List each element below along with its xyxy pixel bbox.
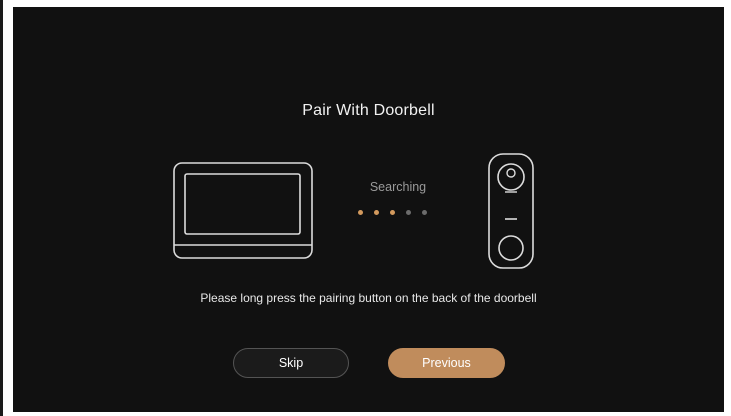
progress-dot-inactive bbox=[422, 209, 427, 215]
progress-dot-active bbox=[390, 209, 395, 215]
searching-status: Searching bbox=[369, 180, 427, 194]
skip-button[interactable]: Skip bbox=[233, 348, 349, 378]
page-title: Pair With Doorbell bbox=[302, 102, 435, 119]
indoor-monitor-icon bbox=[173, 162, 313, 259]
progress-dot-active bbox=[374, 209, 379, 215]
video-doorbell-icon bbox=[488, 153, 534, 269]
pairing-instruction: Please long press the pairing button on … bbox=[200, 291, 537, 305]
progress-dot-inactive bbox=[406, 209, 411, 215]
window-frame: Pair With Doorbell Searching Please long… bbox=[0, 0, 731, 416]
progress-dot-active bbox=[358, 209, 363, 215]
previous-button-label: Previous bbox=[422, 356, 471, 370]
pairing-screen: Pair With Doorbell Searching Please long… bbox=[13, 7, 724, 412]
previous-button[interactable]: Previous bbox=[388, 348, 505, 378]
left-edge-strip bbox=[0, 0, 3, 416]
skip-button-label: Skip bbox=[278, 356, 304, 370]
progress-dots bbox=[358, 207, 448, 217]
